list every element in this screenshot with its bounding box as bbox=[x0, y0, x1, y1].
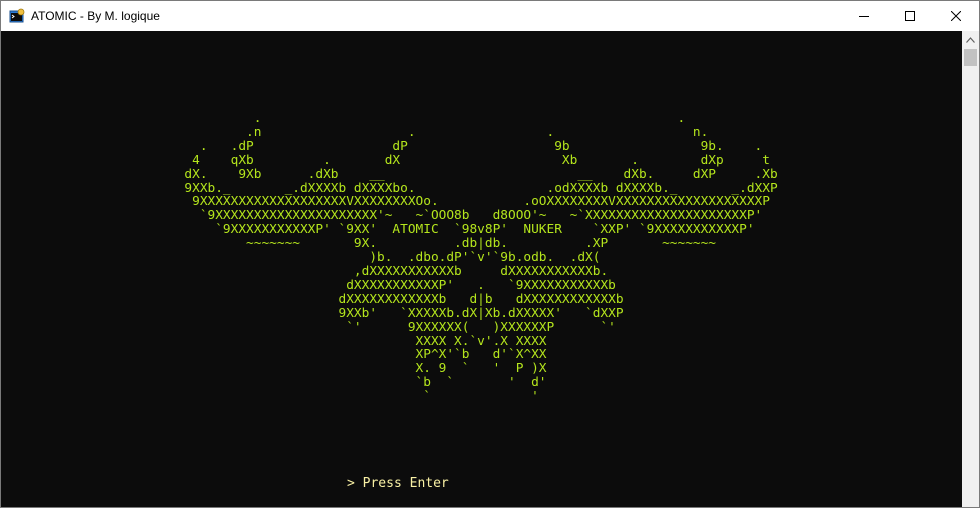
maximize-icon bbox=[905, 11, 915, 21]
console-app-icon bbox=[9, 8, 25, 24]
console-window: ATOMIC - By M. logique . . .n . . n. . .… bbox=[0, 0, 980, 508]
maximize-button[interactable] bbox=[887, 1, 933, 31]
press-enter-prompt: > Press Enter bbox=[347, 476, 449, 491]
title-bar[interactable]: ATOMIC - By M. logique bbox=[1, 1, 979, 31]
scroll-up-button[interactable] bbox=[962, 31, 979, 48]
ascii-art-banner: . . .n . . n. . .dP dP 9b 9b. . 4 qXb . … bbox=[184, 111, 778, 405]
window-controls bbox=[841, 1, 979, 31]
scroll-thumb[interactable] bbox=[964, 49, 977, 66]
window-title: ATOMIC - By M. logique bbox=[31, 9, 160, 23]
vertical-scrollbar[interactable] bbox=[962, 31, 979, 507]
minimize-button[interactable] bbox=[841, 1, 887, 31]
close-icon bbox=[951, 11, 961, 21]
scroll-up-arrow-icon bbox=[966, 36, 975, 43]
console-output[interactable]: . . .n . . n. . .dP dP 9b 9b. . 4 qXb . … bbox=[1, 31, 962, 507]
minimize-icon bbox=[859, 16, 869, 17]
close-button[interactable] bbox=[933, 1, 979, 31]
